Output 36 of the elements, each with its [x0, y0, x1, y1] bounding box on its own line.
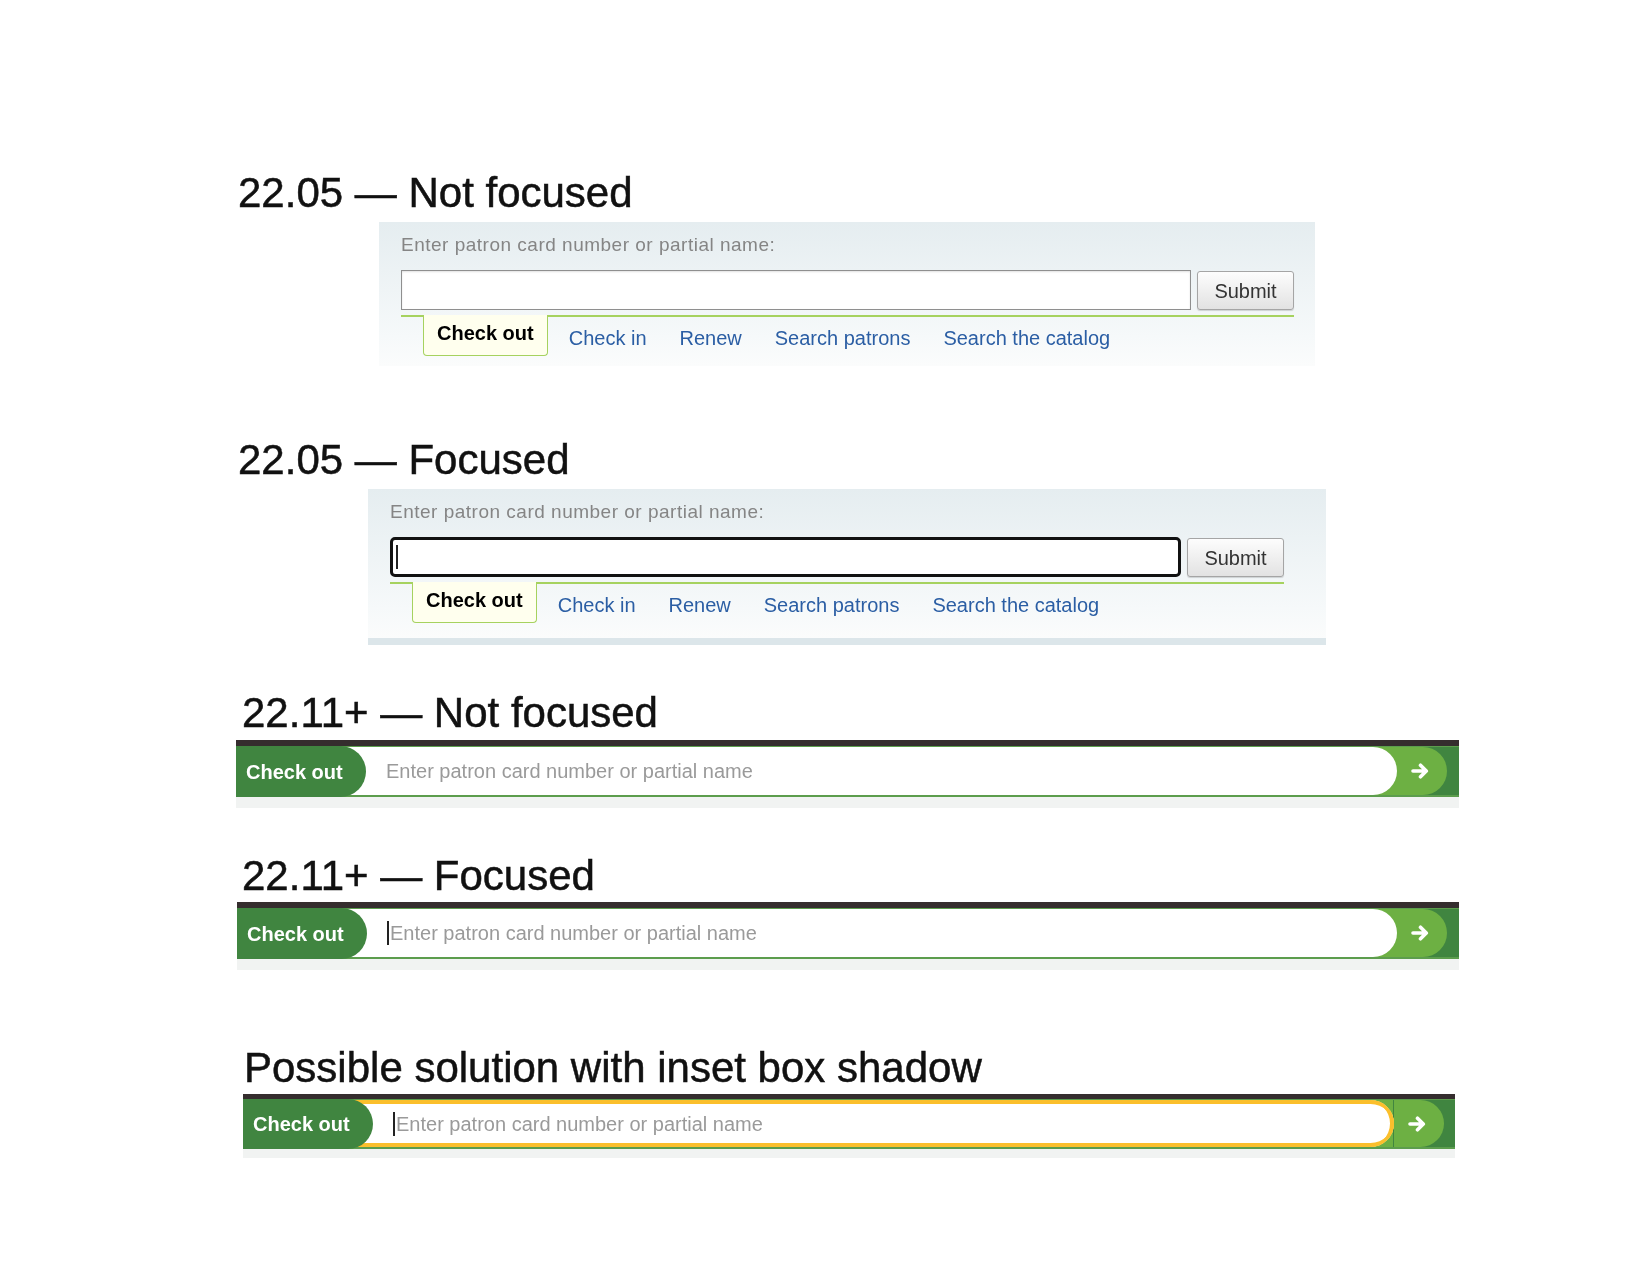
tab[interactable]: Check out — [236, 746, 366, 797]
section-heading: 22.11+ — Not focused — [242, 689, 658, 737]
submit-button[interactable] — [1394, 1100, 1444, 1147]
search-input[interactable]: Enter patron card number or partial name — [386, 756, 1377, 786]
search-input[interactable]: Enter patron card number or partial name — [396, 1108, 1374, 1139]
tab[interactable]: Renew — [663, 317, 758, 350]
tab[interactable]: Check out — [412, 582, 537, 623]
section-heading: 22.11+ — Focused — [242, 852, 595, 900]
arrow-right-icon — [1411, 763, 1429, 779]
submit-button[interactable] — [1397, 909, 1447, 957]
section-heading: Possible solution with inset box shadow — [244, 1044, 982, 1092]
section-heading: 22.05 — Focused — [238, 436, 570, 484]
search-field[interactable]: Enter patron card number or partial name — [367, 909, 1397, 957]
tab[interactable]: Search the catalog — [916, 584, 1116, 617]
arrow-right-icon — [1411, 925, 1429, 941]
tab[interactable]: Check out — [243, 1099, 373, 1149]
tab[interactable]: Search patrons — [758, 317, 927, 350]
arrow-right-icon — [1408, 1115, 1426, 1132]
tab[interactable]: Search the catalog — [927, 317, 1127, 350]
field-label: Enter patron card number or partial name: — [401, 234, 776, 256]
submit-button[interactable]: Submit — [1197, 271, 1294, 310]
section-heading: 22.05 — Not focused — [238, 169, 633, 217]
submit-button[interactable] — [1397, 747, 1447, 795]
tab[interactable]: Check in — [541, 584, 652, 617]
submit-button[interactable]: Submit — [1187, 538, 1284, 577]
tab[interactable]: Check out — [237, 908, 367, 959]
tab[interactable]: Check in — [552, 317, 663, 350]
search-field[interactable]: Enter patron card number or partial name — [373, 1100, 1394, 1147]
field-label: Enter patron card number or partial name: — [390, 501, 765, 523]
search-input[interactable]: Enter patron card number or partial name — [390, 918, 1377, 948]
tab[interactable]: Search patrons — [747, 584, 916, 617]
tab[interactable]: Check out — [423, 315, 548, 356]
search-field[interactable] — [390, 537, 1181, 577]
search-field[interactable]: Enter patron card number or partial name — [366, 747, 1397, 795]
search-field[interactable] — [401, 270, 1191, 310]
tab[interactable]: Renew — [652, 584, 747, 617]
